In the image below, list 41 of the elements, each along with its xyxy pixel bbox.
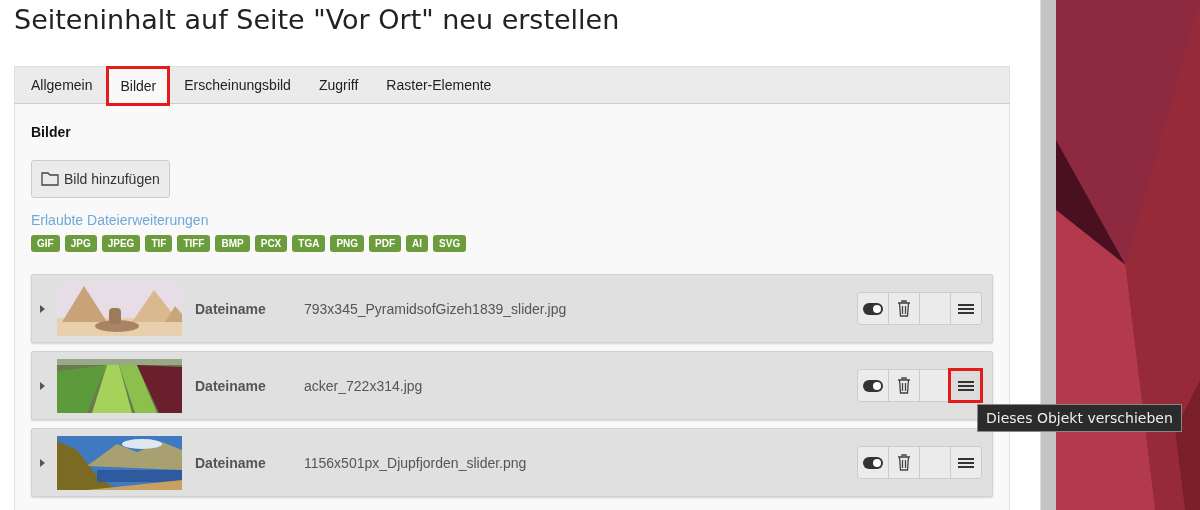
- extension-tag: JPG: [64, 235, 97, 252]
- extension-tag: TGA: [292, 235, 326, 252]
- trash-icon: [897, 454, 911, 471]
- filename: acker_722x314.jpg: [304, 377, 424, 394]
- extension-tag: BMP: [215, 235, 250, 252]
- tab[interactable]: Zugriff: [304, 67, 373, 103]
- extension-tag: PNG: [330, 235, 365, 252]
- expand-caret-icon[interactable]: [40, 380, 46, 391]
- field-label: Dateiname: [195, 454, 267, 471]
- tab[interactable]: Raster-Elemente: [372, 67, 506, 103]
- filename: 793x345_PyramidsofGizeh1839_slider.jpg: [304, 300, 568, 317]
- toggle-icon: [863, 456, 883, 469]
- field-label: Dateiname: [195, 300, 267, 317]
- expand-caret-icon[interactable]: [40, 457, 46, 468]
- tooltip: Dieses Objekt verschieben: [977, 404, 1182, 432]
- extension-tag: AI: [406, 235, 429, 252]
- section-heading: Bilder: [31, 124, 72, 140]
- extension-tag: TIF: [145, 235, 173, 252]
- filename: 1156x501px_Djupfjorden_slider.png: [304, 454, 528, 471]
- expand-caret-icon[interactable]: [40, 303, 46, 314]
- tab[interactable]: Allgemein: [17, 67, 107, 103]
- menu-icon: [958, 380, 974, 391]
- extension-tag: GIF: [31, 235, 60, 252]
- extension-tag: PDF: [369, 235, 402, 252]
- tab[interactable]: Erscheinungsbild: [170, 67, 305, 103]
- move-button[interactable]: [950, 370, 981, 401]
- add-image-button[interactable]: Bild hinzufügen: [31, 160, 170, 198]
- page-title: Seiteninhalt auf Seite "Vor Ort" neu erstellen: [14, 3, 621, 37]
- menu-icon: [958, 457, 974, 468]
- extension-tag: PCX: [254, 235, 288, 252]
- toggle-icon: [863, 302, 883, 315]
- tab[interactable]: Bilder: [106, 66, 171, 106]
- extension-tag: JPEG: [101, 235, 141, 252]
- trash-icon: [897, 300, 911, 317]
- extension-tag: TIFF: [177, 235, 211, 252]
- menu-icon: [958, 303, 974, 314]
- toggle-icon: [863, 379, 883, 392]
- trash-icon: [897, 377, 911, 394]
- field-label: Dateiname: [195, 377, 267, 394]
- extension-tag: SVG: [433, 235, 467, 252]
- folder-icon: [41, 172, 59, 186]
